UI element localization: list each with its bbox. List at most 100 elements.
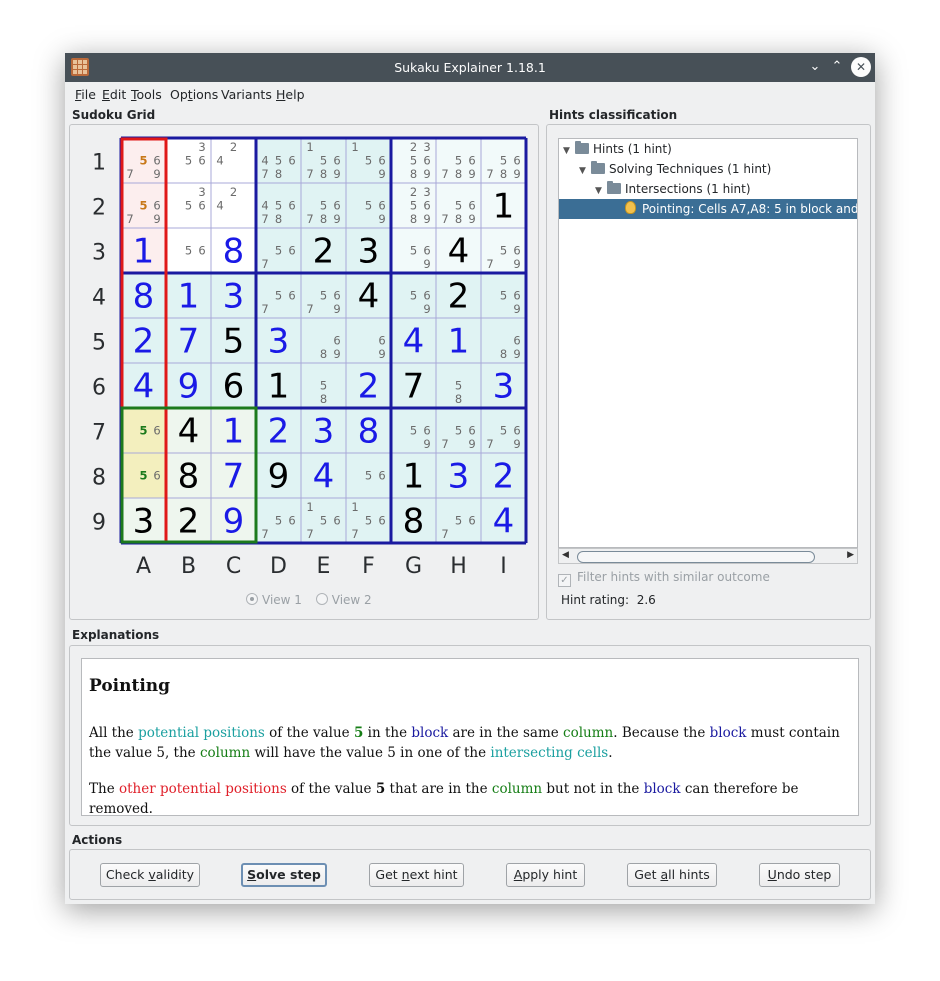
cell-value: 3 (268, 322, 290, 362)
cell-candidate: 6 (378, 154, 385, 168)
cell-candidate: 4 (216, 199, 223, 213)
cell-value: 8 (403, 502, 425, 542)
cell-candidate: 9 (423, 257, 430, 271)
cell-candidate: 6 (468, 154, 475, 168)
tree-item-pointing-hint[interactable]: Pointing: Cells A7,A8: 5 in block and co… (559, 199, 857, 219)
cell-candidate: 8 (455, 392, 462, 406)
cell-value: 7 (223, 457, 245, 497)
cell-candidate: 2 (410, 140, 417, 154)
cell-value: 2 (448, 277, 470, 317)
cell-candidate: 5 (275, 154, 282, 168)
folder-icon (591, 161, 605, 174)
view-1-radio[interactable]: View 1 (246, 593, 302, 607)
row-label: 9 (92, 511, 106, 536)
cell-value: 1 (223, 412, 245, 452)
get-all-hints-button[interactable]: Get all hints (627, 863, 717, 887)
cell-value: 2 (358, 367, 380, 407)
filter-hints-checkbox[interactable]: ✓ Filter hints with similar outcome (558, 570, 770, 587)
expand-arrow-icon[interactable]: ▼ (579, 161, 591, 181)
folder-icon (575, 141, 589, 154)
cell-candidate: 6 (513, 244, 520, 258)
cell-candidate: 5 (185, 199, 192, 213)
apply-hint-button[interactable]: Apply hint (506, 863, 585, 887)
solve-step-button[interactable]: Solve step (241, 863, 327, 887)
cell-candidate: 6 (378, 199, 385, 213)
cell-candidate: 7 (261, 527, 268, 541)
undo-step-button[interactable]: Undo step (759, 863, 840, 887)
cell-candidate: 7 (306, 527, 313, 541)
cell-candidate: 9 (423, 302, 430, 316)
cell-candidate: 9 (423, 437, 430, 451)
view-2-radio[interactable]: View 2 (315, 593, 372, 607)
cell-candidate: 4 (261, 154, 268, 168)
cell-candidate: 5 (320, 199, 327, 213)
cell-value: 4 (133, 367, 155, 407)
col-label: E (317, 554, 331, 579)
cell-candidate: 6 (423, 154, 430, 168)
cell-value: 5 (223, 322, 245, 362)
cell-candidate: 9 (513, 347, 520, 361)
cell-value: 7 (403, 367, 425, 407)
cell-value: 1 (403, 457, 425, 497)
cell-candidate: 5 (365, 469, 372, 483)
cell-candidate: 5 (500, 154, 507, 168)
hints-tree[interactable]: ▼ Hints (1 hint) ▼ Solving Techniques (1 h… (558, 138, 858, 548)
cell-value: 1 (268, 367, 290, 407)
row-label: 5 (92, 331, 106, 356)
tree-horizontal-scrollbar[interactable]: ◀ ▶ (558, 548, 858, 564)
col-label: G (405, 554, 422, 579)
cell-candidate: 7 (261, 257, 268, 271)
cell-candidate: 6 (333, 154, 340, 168)
view-options: View 1 View 2 (246, 593, 372, 607)
col-label: B (181, 554, 196, 579)
cell-candidate: 9 (378, 347, 385, 361)
tree-item-hints[interactable]: ▼ Hints (1 hint) (563, 139, 672, 159)
cell-candidate: 6 (378, 334, 385, 348)
expand-arrow-icon[interactable]: ▼ (563, 141, 575, 161)
cell-candidate: 5 (320, 514, 327, 528)
cell-candidate: 8 (410, 212, 417, 226)
cell-candidate: 8 (500, 167, 507, 181)
cell-candidate: 8 (275, 212, 282, 226)
col-label: H (450, 554, 467, 579)
get-next-hint-button[interactable]: Get next hint (369, 863, 464, 887)
cell-value: 6 (223, 367, 245, 407)
cell-candidate: 5 (275, 199, 282, 213)
cell-candidate: 5 (410, 154, 417, 168)
cell-candidate: 6 (333, 514, 340, 528)
cell-candidate: 6 (198, 199, 205, 213)
cell-candidate: 7 (351, 527, 358, 541)
cell-candidate: 4 (261, 199, 268, 213)
cell-candidate: 7 (486, 257, 493, 271)
lightbulb-icon (625, 201, 636, 214)
cell-candidate: 9 (513, 437, 520, 451)
col-label: C (226, 554, 241, 579)
cell-candidate: 5 (365, 154, 372, 168)
cell-candidate: 7 (261, 167, 268, 181)
checkbox-icon[interactable]: ✓ (558, 574, 571, 587)
cell-candidate: 6 (153, 199, 160, 213)
cell-value: 1 (493, 187, 515, 227)
col-label: A (136, 554, 151, 579)
tree-item-intersections[interactable]: ▼ Intersections (1 hint) (595, 179, 751, 199)
cell-candidate: 7 (126, 212, 133, 226)
cell-candidate: 8 (320, 347, 327, 361)
cell-candidate: 8 (320, 212, 327, 226)
cell-candidate: 5 (500, 289, 507, 303)
cell-value: 3 (133, 502, 155, 542)
scroll-right-icon[interactable]: ▶ (847, 550, 854, 560)
cell-value: 3 (358, 232, 380, 272)
cell-candidate: 7 (261, 302, 268, 316)
check-validity-button[interactable]: Check validity (100, 863, 200, 887)
scroll-left-icon[interactable]: ◀ (562, 550, 569, 560)
cell-candidate: 9 (333, 347, 340, 361)
scrollbar-thumb[interactable] (577, 551, 815, 563)
cell-value: 3 (223, 277, 245, 317)
row-label: 4 (92, 286, 106, 311)
cell-candidate: 6 (153, 424, 160, 438)
tree-item-solving-techniques[interactable]: ▼ Solving Techniques (1 hint) (579, 159, 771, 179)
expand-arrow-icon[interactable]: ▼ (595, 181, 607, 201)
cell-value: 4 (493, 502, 515, 542)
cell-candidate: 5 (455, 379, 462, 393)
cell-value: 9 (178, 367, 200, 407)
